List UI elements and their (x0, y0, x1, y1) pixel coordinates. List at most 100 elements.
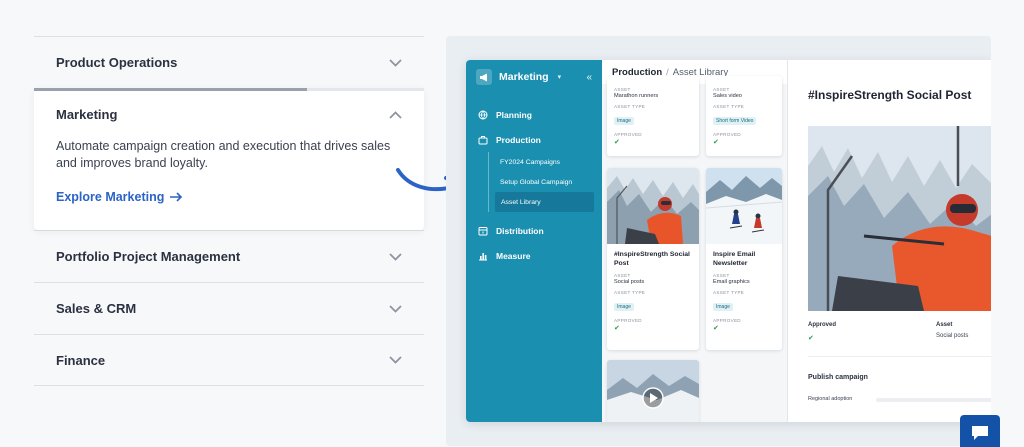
sidebar-item-distribution[interactable]: Distribution (466, 218, 602, 243)
accordion-item-finance[interactable]: Finance (34, 334, 424, 386)
asset-card[interactable]: Inspire Email Newsletter ASSET Email gra… (706, 168, 782, 350)
sidebar-item-label: Planning (496, 109, 532, 120)
app-preview: Marketing ▾ « Planning Production FY2024… (446, 36, 991, 446)
collapse-sidebar-icon[interactable]: « (586, 72, 592, 83)
asset-type-label: ASSET TYPE (713, 290, 745, 295)
asset-value: Marathon runners (614, 93, 659, 99)
globe-icon (478, 110, 488, 119)
sidebar-nav: Planning Production FY2024 Campaigns Set… (466, 102, 602, 268)
chat-bubble-icon (972, 426, 988, 440)
asset-type-badge: Image (614, 303, 634, 311)
accordion-header-marketing[interactable]: Marketing (56, 88, 402, 138)
asset-label: ASSET (614, 87, 631, 92)
skiers-slope-image (706, 168, 782, 244)
asset-type-label: ASSET TYPE (614, 290, 646, 295)
check-icon: ✔ (614, 139, 620, 146)
sidebar-subitem-fy2024-campaigns[interactable]: FY2024 Campaigns (489, 152, 594, 172)
asset-type-label: ASSET TYPE (614, 104, 646, 109)
sidebar-subitem-asset-library[interactable]: Asset Library (495, 192, 594, 212)
chevron-down-icon (388, 302, 402, 316)
mountain-video-thumbnail (607, 360, 699, 422)
approved-label: APPROVED (614, 132, 642, 137)
sidebar-item-measure[interactable]: Measure (466, 243, 602, 268)
asset-value: Email graphics (713, 279, 750, 285)
accordion-description: Automate campaign creation and execution… (56, 139, 391, 170)
chevron-down-icon: ▾ (557, 74, 562, 81)
asset-type-badge: Image (713, 303, 733, 311)
app-sidebar: Marketing ▾ « Planning Production FY2024… (466, 60, 602, 422)
explore-marketing-link[interactable]: Explore Marketing (56, 190, 183, 204)
solutions-accordion: Product Operations Marketing Automate ca… (34, 36, 424, 386)
check-icon: ✔ (713, 325, 719, 332)
chevron-down-icon (388, 56, 402, 70)
accordion-title: Sales & CRM (56, 301, 137, 316)
asset-card-title: #InspireStrength Social Post (614, 251, 690, 267)
sidebar-subitem-label: Setup Global Campaign (500, 178, 573, 186)
divider (808, 356, 991, 357)
megaphone-icon (476, 69, 492, 85)
link-label: Explore Marketing (56, 190, 165, 204)
asset-type-badge: Image (614, 117, 634, 125)
check-icon: ✔ (713, 139, 719, 146)
bar-chart-icon (479, 252, 487, 260)
briefcase-icon (478, 135, 488, 144)
approved-label: APPROVED (614, 318, 642, 323)
chat-launcher-button[interactable] (960, 415, 1000, 447)
regional-adoption-bar (876, 398, 991, 402)
skier-chairlift-detail-image (808, 126, 991, 311)
asset-grid: ASSET Marathon runners ASSET TYPE Image … (602, 76, 787, 422)
accordion-progress-bar (34, 88, 424, 91)
check-icon: ✔ (808, 335, 814, 342)
accordion-title: Finance (56, 352, 106, 368)
asset-value: Sales video (713, 93, 742, 99)
asset-library: Production / Asset Library ASSET Maratho… (602, 60, 787, 422)
asset-card-title: Inspire Email Newsletter (713, 251, 756, 267)
asset-value: Social posts (614, 279, 645, 285)
accordion-item-product-operations[interactable]: Product Operations (34, 36, 424, 88)
accordion-title: Marketing (56, 107, 118, 122)
accordion-item-portfolio-project-management[interactable]: Portfolio Project Management (34, 230, 424, 282)
sidebar-item-production[interactable]: Production (466, 127, 602, 152)
regional-adoption-label: Regional adoption (808, 396, 853, 402)
check-icon: ✔ (614, 325, 620, 332)
accordion-item-marketing: Marketing Automate campaign creation and… (34, 88, 424, 230)
asset-value: Social posts (936, 333, 969, 339)
asset-card-video[interactable] (607, 360, 699, 422)
sidebar-item-planning[interactable]: Planning (466, 102, 602, 127)
skier-chairlift-image (607, 168, 699, 244)
approved-label: APPROVED (713, 132, 741, 137)
asset-card[interactable]: #InspireStrength Social Post ASSET Socia… (607, 168, 699, 350)
accordion-title: Portfolio Project Management (56, 249, 241, 264)
approved-label: APPROVED (713, 318, 741, 323)
calendar-icon (478, 226, 488, 235)
accordion-title: Product Operations (56, 55, 178, 70)
asset-card[interactable]: ASSET Sales video ASSET TYPE Short form … (706, 76, 782, 156)
asset-detail-title: #InspireStrength Social Post (808, 88, 972, 102)
sidebar-item-label: Production (496, 134, 541, 145)
approved-label: Approved (808, 322, 837, 328)
asset-type-badge: Short form Video (713, 117, 757, 125)
progress-fill (34, 88, 307, 91)
asset-label: Asset (936, 322, 953, 328)
workspace-switcher[interactable]: Marketing ▾ « (466, 60, 602, 94)
asset-type-label: ASSET TYPE (713, 104, 745, 109)
accordion-item-sales-crm[interactable]: Sales & CRM (34, 282, 424, 334)
workspace-name: Marketing (499, 71, 549, 83)
asset-label: ASSET (713, 273, 730, 278)
sidebar-item-label: Measure (496, 250, 531, 261)
chevron-up-icon (388, 108, 402, 122)
asset-label: ASSET (713, 87, 730, 92)
sidebar-subitem-label: FY2024 Campaigns (500, 158, 561, 166)
app-window: Marketing ▾ « Planning Production FY2024… (466, 60, 991, 422)
asset-card[interactable]: ASSET Marathon runners ASSET TYPE Image … (607, 76, 699, 156)
chevron-down-icon (388, 353, 402, 367)
sidebar-subitem-setup-global-campaign[interactable]: Setup Global Campaign (489, 172, 594, 192)
publish-campaign-heading: Publish campaign (808, 374, 868, 381)
asset-detail-panel: #InspireStrength Social Post Approved ✔ … (787, 60, 991, 422)
asset-label: ASSET (614, 273, 631, 278)
chevron-down-icon (388, 250, 402, 264)
sidebar-subitem-label: Asset Library (501, 198, 541, 206)
arrow-right-icon (170, 192, 183, 202)
production-submenu: FY2024 Campaigns Setup Global Campaign A… (488, 152, 602, 212)
sidebar-item-label: Distribution (496, 225, 544, 236)
